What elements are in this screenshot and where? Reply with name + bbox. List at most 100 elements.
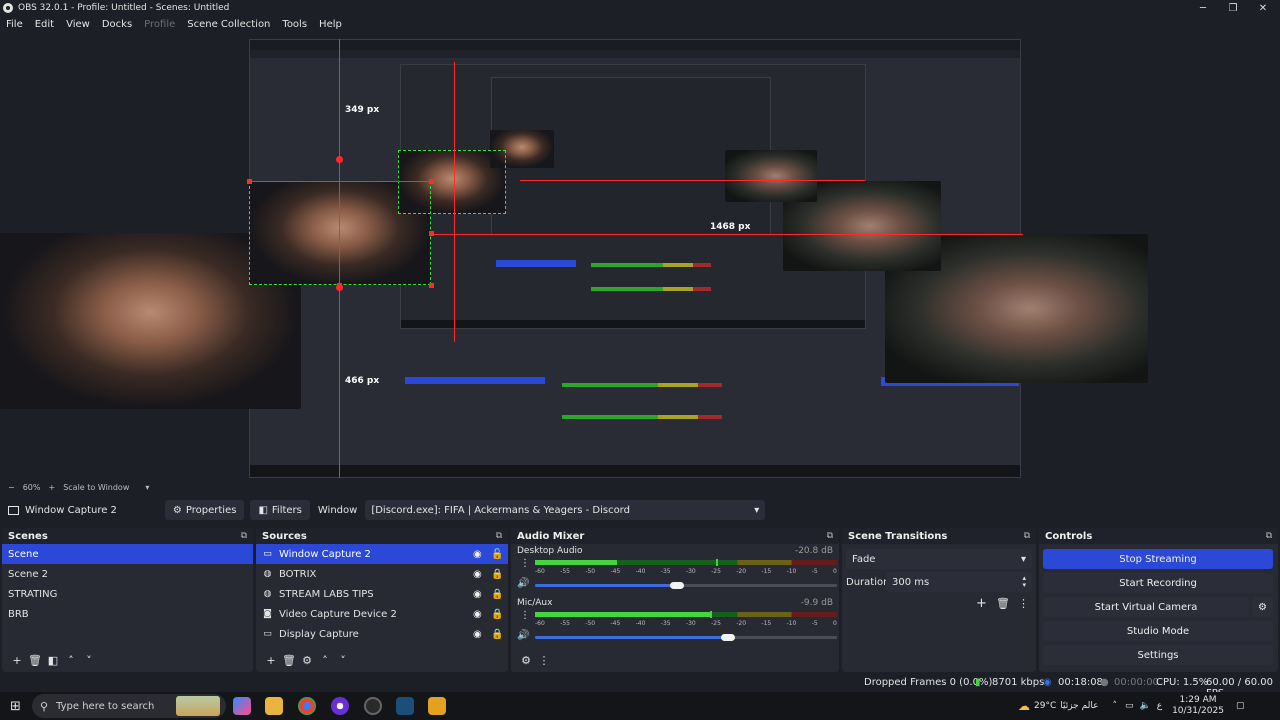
properties-button[interactable]: ⚙ Properties <box>164 500 245 520</box>
menu-view[interactable]: View <box>60 19 96 30</box>
trash-icon[interactable]: 🗑 <box>996 597 1010 610</box>
browser-icon[interactable] <box>331 697 349 715</box>
zoom-out-icon[interactable]: − <box>8 483 15 492</box>
scene-item[interactable]: Scene <box>2 544 253 564</box>
menu-edit[interactable]: Edit <box>29 19 60 30</box>
chevron-down-icon[interactable]: ▾ <box>145 483 149 492</box>
eye-icon[interactable]: ◉ <box>473 629 482 640</box>
filters-button[interactable]: ◧ Filters <box>250 500 310 520</box>
add-source-icon[interactable]: + <box>262 652 280 668</box>
dock-float-icon[interactable]: ⧉ <box>241 531 247 541</box>
source-item[interactable]: ◍ STREAM LABS TIPS ◉ 🔒 <box>256 584 508 604</box>
dock-float-icon[interactable]: ⧉ <box>1266 531 1272 541</box>
menu-tools[interactable]: Tools <box>276 19 313 30</box>
resize-handle[interactable] <box>429 283 434 288</box>
speaker-icon[interactable]: 🔊 <box>517 630 529 641</box>
resize-handle[interactable] <box>337 283 342 288</box>
kebab-menu-icon[interactable]: ⋮ <box>520 610 530 621</box>
notification-icon[interactable]: ▢ <box>1236 701 1245 711</box>
menu-scene-collection[interactable]: Scene Collection <box>181 19 276 30</box>
move-down-icon[interactable]: ˅ <box>80 652 98 668</box>
lock-icon[interactable]: 🔒 <box>491 629 503 640</box>
unlock-icon[interactable]: 🔓 <box>491 549 503 560</box>
clock[interactable]: 1:29 AM 10/31/2025 <box>1172 695 1224 717</box>
copilot-icon[interactable] <box>233 697 251 715</box>
kebab-menu-icon[interactable]: ⋮ <box>520 558 530 569</box>
kebab-menu-icon[interactable]: ⋮ <box>1018 597 1029 610</box>
volume-icon[interactable]: 🔈 <box>1139 701 1150 711</box>
meter-tick-label: -40 <box>635 620 646 627</box>
menu-docks[interactable]: Docks <box>96 19 138 30</box>
source-item[interactable]: ▭ Display Capture ◉ 🔒 <box>256 624 508 644</box>
gear-icon[interactable]: ⚙ <box>1252 597 1273 617</box>
eye-icon[interactable]: ◉ <box>473 609 482 620</box>
source-item[interactable]: ▭ Window Capture 2 ◉ 🔓 <box>256 544 508 564</box>
chrome-icon[interactable] <box>298 697 316 715</box>
dock-float-icon[interactable]: ⧉ <box>827 531 833 541</box>
resize-handle[interactable] <box>429 179 434 184</box>
menu-profile[interactable]: Profile <box>138 19 181 30</box>
menu-file[interactable]: File <box>0 19 29 30</box>
scale-mode[interactable]: Scale to Window <box>63 483 129 492</box>
scene-item[interactable]: STRATING <box>2 584 253 604</box>
move-down-icon[interactable]: ˅ <box>334 652 352 668</box>
volume-knob[interactable] <box>721 634 736 641</box>
network-icon[interactable]: ▭ <box>1125 701 1134 711</box>
gear-icon[interactable]: ⚙ <box>517 652 535 668</box>
kebab-menu-icon[interactable]: ⋮ <box>535 652 553 668</box>
eye-icon[interactable]: ◉ <box>473 569 482 580</box>
start-virtual-camera-button[interactable]: Start Virtual Camera <box>1043 597 1249 617</box>
zoom-in-icon[interactable]: + <box>48 483 55 492</box>
minimize-icon[interactable]: ─ <box>1188 0 1218 16</box>
settings-button[interactable]: Settings <box>1043 645 1273 665</box>
add-scene-icon[interactable]: + <box>8 652 26 668</box>
trash-icon[interactable]: 🗑 <box>26 652 44 668</box>
search-placeholder: Type here to search <box>56 700 155 712</box>
source-toolbar: Window Capture 2 ⚙ Properties ◧ Filters … <box>0 498 1280 522</box>
lock-icon[interactable]: 🔒 <box>491 569 503 580</box>
game-launcher-icon[interactable] <box>428 697 446 715</box>
scene-filters-icon[interactable]: ◧ <box>44 652 62 668</box>
resize-handle[interactable] <box>247 179 252 184</box>
stop-streaming-button[interactable]: Stop Streaming <box>1043 549 1273 569</box>
lock-icon[interactable]: 🔒 <box>491 609 503 620</box>
steam-icon[interactable] <box>396 697 414 715</box>
language-indicator[interactable]: ع <box>1157 701 1162 711</box>
obs-taskbar-icon[interactable] <box>364 697 382 715</box>
dock-float-icon[interactable]: ⧉ <box>1024 531 1030 541</box>
studio-mode-button[interactable]: Studio Mode <box>1043 621 1273 641</box>
dock-float-icon[interactable]: ⧉ <box>496 531 502 541</box>
move-up-icon[interactable]: ˄ <box>316 652 334 668</box>
resize-handle[interactable] <box>429 231 434 236</box>
lock-icon[interactable]: 🔒 <box>491 589 503 600</box>
source-item[interactable]: ◍ BOTRIX ◉ 🔒 <box>256 564 508 584</box>
guide-label-1468: 1468 px <box>710 222 751 232</box>
transition-select[interactable]: Fade ▾ <box>846 549 1032 569</box>
scene-item[interactable]: Scene 2 <box>2 564 253 584</box>
volume-slider[interactable] <box>535 634 837 641</box>
add-transition-icon[interactable]: + <box>976 596 987 611</box>
restore-icon[interactable]: ❐ <box>1218 0 1248 16</box>
spin-arrows-icon[interactable]: ▴ ▾ <box>1022 575 1026 589</box>
duration-spinbox[interactable]: 300 ms ▴ ▾ <box>886 572 1032 592</box>
file-explorer-icon[interactable] <box>265 697 283 715</box>
start-recording-button[interactable]: Start Recording <box>1043 573 1273 593</box>
scene-item[interactable]: BRB <box>2 604 253 624</box>
windows-start-icon[interactable]: ⊞ <box>10 699 21 714</box>
speaker-icon[interactable]: 🔊 <box>517 578 529 589</box>
trash-icon[interactable]: 🗑 <box>280 652 298 668</box>
preview-canvas[interactable]: 349 px 466 px 1468 px <box>0 32 1280 478</box>
eye-icon[interactable]: ◉ <box>473 549 482 560</box>
window-select[interactable]: [Discord.exe]: FIFA | Ackermans & Yeager… <box>365 500 766 520</box>
taskbar-search[interactable]: ⚲ Type here to search <box>32 694 226 718</box>
menu-help[interactable]: Help <box>313 19 348 30</box>
eye-icon[interactable]: ◉ <box>473 589 482 600</box>
gear-icon[interactable]: ⚙ <box>298 652 316 668</box>
chevron-up-icon[interactable]: ˄ <box>1112 701 1117 711</box>
move-up-icon[interactable]: ˄ <box>62 652 80 668</box>
source-item[interactable]: ◙ Video Capture Device 2 ◉ 🔒 <box>256 604 508 624</box>
volume-knob[interactable] <box>669 582 684 589</box>
volume-slider[interactable] <box>535 582 837 589</box>
close-icon[interactable]: ✕ <box>1248 0 1278 16</box>
window-title: OBS 32.0.1 - Profile: Untitled - Scenes:… <box>18 3 230 13</box>
